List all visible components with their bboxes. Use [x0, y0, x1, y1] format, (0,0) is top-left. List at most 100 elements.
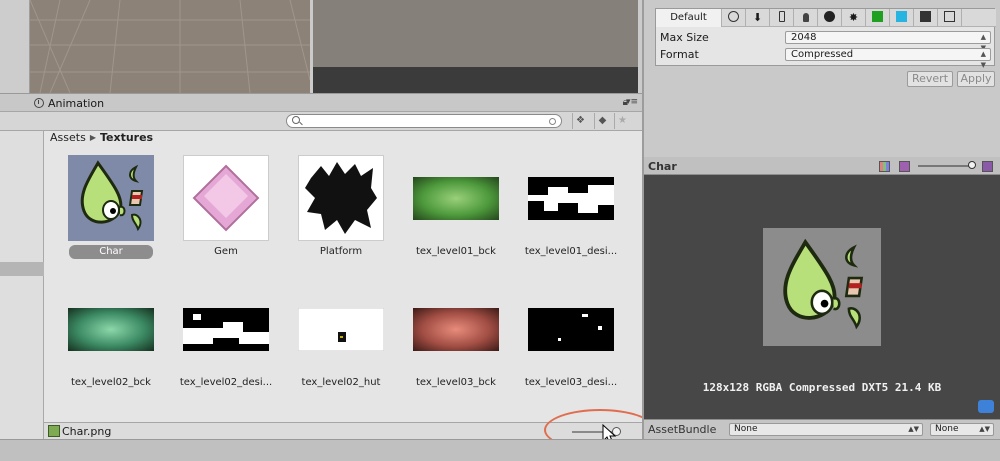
rgb-toggle-icon[interactable] [879, 161, 890, 172]
platform-settings: Default ⬇︎ ✸ Max Size 2048▲▼ Format Comp… [655, 8, 996, 69]
asset-label: tex_level02_hut [301, 377, 381, 388]
asset-label: tex_level03_desi... [524, 377, 618, 388]
tizen-icon: ✸ [848, 11, 859, 24]
asset-thumbnail [413, 286, 499, 372]
image-file-icon [48, 425, 60, 437]
panel-menu-icon[interactable]: ▾≡ [626, 97, 638, 107]
tab-blackberry[interactable] [818, 9, 842, 27]
favorite-star-icon[interactable]: ★ [614, 113, 630, 129]
tag-icon[interactable] [978, 400, 994, 413]
asset-bundle-label: AssetBundle [648, 423, 717, 436]
windows-store-icon [896, 11, 907, 22]
asset-thumbnail [413, 155, 499, 241]
asset-thumbnail [298, 155, 384, 241]
scene-left-strip [0, 0, 30, 93]
tab-ios[interactable] [770, 9, 794, 27]
breadcrumb-textures[interactable]: Textures [100, 131, 153, 144]
globe-icon [728, 11, 739, 22]
platform-tabs: Default ⬇︎ ✸ [656, 9, 996, 27]
asset-tex-level01-desi[interactable]: tex_level01_desi... [518, 155, 618, 275]
download-icon: ⬇︎ [752, 11, 763, 24]
tab-xbox[interactable] [866, 9, 890, 27]
platform-sprite-icon [305, 162, 377, 234]
char-sprite-icon [80, 160, 144, 232]
asset-tex-level01-bck[interactable]: tex_level01_bck [403, 155, 503, 275]
asset-label: tex_level01_desi... [524, 246, 618, 257]
status-bar [0, 439, 1000, 461]
filter-by-type-icon[interactable]: ❖ [572, 113, 588, 129]
asset-thumbnail [183, 286, 269, 372]
texture-preview [528, 176, 614, 220]
asset-tex-level02-bck[interactable]: tex_level02_bck [58, 286, 158, 406]
tab-animation[interactable]: Animation [34, 97, 104, 110]
tab-web[interactable] [722, 9, 746, 27]
project-toolbar: ❖ ◆ ★ [0, 112, 642, 131]
texture-preview [298, 307, 384, 351]
asset-char[interactable]: Char [58, 155, 158, 275]
mip-level-slider[interactable] [918, 161, 976, 169]
blackberry-icon [824, 11, 835, 22]
asset-thumbnail [68, 155, 154, 241]
tab-standalone[interactable]: ⬇︎ [746, 9, 770, 27]
preview-title: Char [648, 160, 677, 173]
xbox-icon [872, 11, 883, 22]
tab-tizen[interactable]: ✸ [842, 9, 866, 27]
asset-gem[interactable]: Gem [173, 155, 273, 275]
texture-info: 128x128 RGBA Compressed DXT5 21.4 KB [702, 381, 942, 394]
format-dropdown[interactable]: Compressed ▲ ▼ [785, 48, 991, 69]
texture-preview [413, 176, 499, 220]
tab-android[interactable] [794, 9, 818, 27]
project-panel: Animation 🔒︎ ▾≡ ❖ ◆ ★ Assets▶ Textures [0, 93, 642, 440]
max-size-label: Max Size [660, 31, 709, 44]
breadcrumb-assets[interactable]: Assets [50, 131, 86, 144]
slider-knob[interactable] [968, 161, 976, 169]
search-icon [292, 116, 300, 124]
asset-bundle-dropdown[interactable]: None ▲▼ [729, 423, 923, 436]
asset-bundle-variant-value: None [935, 424, 959, 434]
search-input[interactable] [286, 114, 562, 128]
asset-tex-level02-hut[interactable]: tex_level02_hut [288, 286, 388, 406]
preview-image [763, 228, 881, 346]
filter-by-label-icon[interactable]: ◆ [594, 113, 610, 129]
tab-webgl[interactable] [914, 9, 938, 27]
asset-tex-level03-bck[interactable]: tex_level03_bck [403, 286, 503, 406]
mip-toggle-icon[interactable] [982, 161, 993, 172]
search-clear-icon[interactable] [549, 118, 556, 125]
texture-preview [413, 307, 499, 351]
breadcrumb: Assets ▶ Textures [50, 131, 153, 145]
folder-tree[interactable] [0, 131, 44, 440]
project-tabbar: Animation 🔒︎ ▾≡ [0, 94, 642, 112]
alpha-toggle-icon[interactable] [899, 161, 910, 172]
game-viewport[interactable] [313, 0, 638, 67]
asset-tex-level02-desi[interactable]: tex_level02_desi... [173, 286, 273, 406]
revert-button[interactable]: Revert [907, 71, 953, 87]
asset-bundle-bar: AssetBundle None ▲▼ None ▲▼ [644, 419, 1000, 439]
breadcrumb-arrow-icon: ▶ [89, 133, 96, 142]
asset-label: tex_level01_bck [416, 246, 496, 257]
tab-default[interactable]: Default [656, 9, 722, 27]
asset-label: Platform [319, 246, 363, 257]
html5-icon [920, 11, 931, 22]
preview-header: Char [644, 157, 1000, 175]
android-icon [802, 13, 809, 22]
asset-thumbnail [68, 286, 154, 372]
folder-tree-selection[interactable] [0, 262, 44, 276]
scene-viewport[interactable] [30, 0, 310, 93]
char-sprite-icon [783, 238, 864, 330]
scene-view [0, 0, 642, 93]
asset-tex-level03-desi[interactable]: tex_level03_desi... [518, 286, 618, 406]
texture-preview [183, 307, 269, 351]
tab-windows-store[interactable] [890, 9, 914, 27]
dropdown-arrow-icon: ▲▼ [980, 50, 986, 69]
max-size-dropdown[interactable]: 2048▲▼ [785, 31, 991, 52]
tab-animation-label: Animation [48, 97, 105, 110]
tab-samsung[interactable] [938, 9, 962, 27]
texture-preview [68, 307, 154, 351]
asset-platform[interactable]: Platform [288, 155, 388, 275]
asset-thumbnail [528, 286, 614, 372]
game-viewport-bottom [313, 67, 638, 93]
asset-bundle-variant-dropdown[interactable]: None ▲▼ [930, 423, 994, 436]
format-label: Format [660, 48, 699, 61]
apply-button[interactable]: Apply [957, 71, 995, 87]
asset-label: tex_level03_bck [416, 377, 496, 388]
